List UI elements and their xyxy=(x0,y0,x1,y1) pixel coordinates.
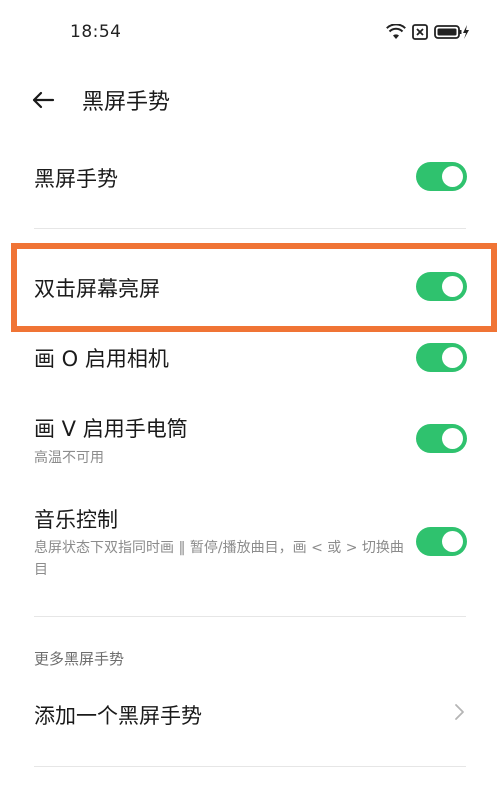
toggle-knob xyxy=(442,428,463,449)
setting-row-double-tap-wake[interactable]: 双击屏幕亮屏 xyxy=(0,258,500,318)
toggle-knob xyxy=(442,166,463,187)
setting-row-screen-off-gestures[interactable]: 黑屏手势 xyxy=(0,148,500,208)
status-icons xyxy=(386,22,470,42)
wifi-icon xyxy=(386,24,406,39)
setting-label: 双击屏幕亮屏 xyxy=(34,277,160,301)
add-gesture-label: 添加一个黑屏手势 xyxy=(34,704,202,728)
draw-v-flashlight-toggle[interactable] xyxy=(416,424,467,453)
music-control-toggle[interactable] xyxy=(416,527,467,556)
screen-off-gestures-toggle[interactable] xyxy=(416,162,467,191)
setting-sublabel: 高温不可用 xyxy=(34,450,104,466)
battery-charging-icon xyxy=(434,25,469,39)
toggle-knob xyxy=(442,276,463,297)
setting-row-music-control[interactable]: 音乐控制 息屏状态下双指同时画 ‖ 暂停/播放曲目，画 < 或 > 切换曲目 xyxy=(0,502,500,586)
setting-label: 黑屏手势 xyxy=(34,167,118,191)
page-title: 黑屏手势 xyxy=(82,90,171,115)
setting-row-draw-v-flashlight[interactable]: 画 V 启用手电筒 高温不可用 xyxy=(0,410,500,470)
chevron-right-icon xyxy=(455,704,464,720)
draw-o-camera-toggle[interactable] xyxy=(416,343,467,372)
divider xyxy=(34,228,466,229)
setting-label: 音乐控制 xyxy=(34,508,118,532)
divider xyxy=(34,616,466,617)
setting-label: 画 V 启用手电筒 xyxy=(34,417,188,441)
sim-blocked-icon xyxy=(412,24,428,40)
toggle-knob xyxy=(442,347,463,368)
setting-label: 画 O 启用相机 xyxy=(34,347,169,371)
add-gesture-row[interactable]: 添加一个黑屏手势 xyxy=(0,690,500,736)
double-tap-wake-toggle[interactable] xyxy=(416,272,467,301)
setting-sublabel: 息屏状态下双指同时画 ‖ 暂停/播放曲目，画 < 或 > 切换曲目 xyxy=(34,540,404,578)
section-header-more-gestures: 更多黑屏手势 xyxy=(34,650,125,668)
header: 黑屏手势 xyxy=(0,70,500,130)
setting-row-draw-o-camera[interactable]: 画 O 启用相机 xyxy=(0,338,500,378)
status-time: 18:54 xyxy=(70,22,122,42)
divider xyxy=(34,766,466,767)
toggle-knob xyxy=(442,531,463,552)
back-arrow-icon[interactable] xyxy=(28,85,58,115)
status-bar: 18:54 xyxy=(0,0,500,64)
